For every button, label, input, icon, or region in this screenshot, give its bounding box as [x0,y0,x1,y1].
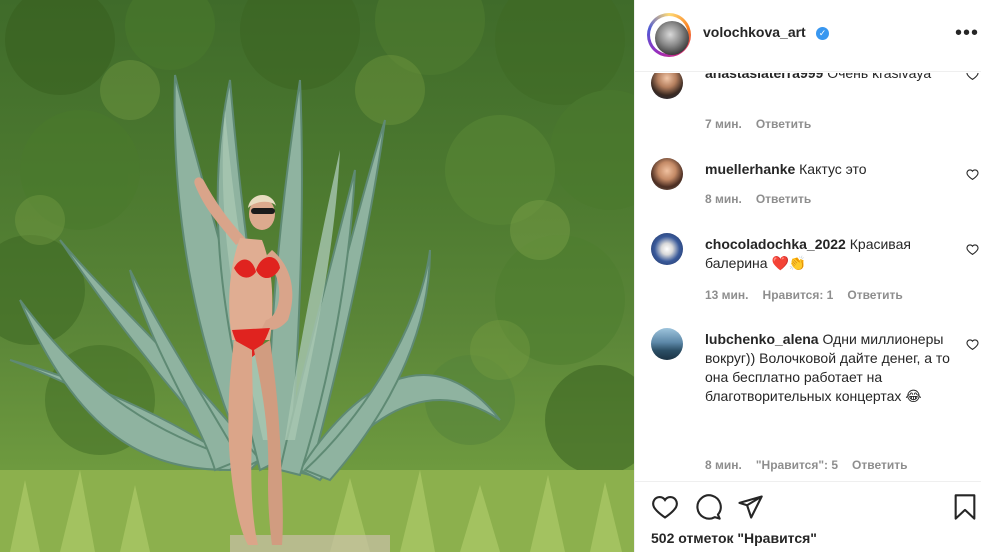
story-ring[interactable] [647,13,691,57]
reply-link[interactable]: Ответить [847,288,902,302]
bookmark-icon[interactable] [951,493,979,521]
comment-meta: 13 мин. Нравится: 1 Ответить [705,288,903,302]
commenter-avatar[interactable] [651,158,683,190]
reply-link[interactable]: Ответить [756,192,811,206]
comment-time[interactable]: 8 мин. [705,192,742,206]
comments-list[interactable]: anastasiaterra999 Очень krasivaya 7 мин.… [635,73,981,481]
author-username[interactable]: volochkova_art [703,24,806,40]
post-header: volochkova_art ✓ ••• [635,0,981,72]
comment-like-count[interactable]: Нравится: 1 [763,288,834,302]
heart-icon[interactable] [966,338,979,351]
comment-time[interactable]: 8 мин. [705,458,742,472]
comment-username[interactable]: lubchenko_alena [705,331,819,347]
verified-badge-icon: ✓ [816,27,829,40]
commenter-avatar[interactable] [651,73,683,99]
post-photo[interactable] [0,0,634,552]
post-sidebar: volochkova_art ✓ ••• anastasiaterra999 О… [634,0,981,552]
comment-bubble-icon[interactable] [694,493,722,521]
heart-icon[interactable] [966,243,979,256]
paper-plane-icon[interactable] [736,493,764,521]
heart-icon[interactable] [966,73,979,81]
comment-text: Очень krasivaya [827,73,932,81]
comment-time[interactable]: 7 мин. [705,117,742,131]
likes-count[interactable]: 502 отметок "Нравится" [651,530,817,546]
heart-icon[interactable] [966,168,979,181]
comment-meta: 8 мин. Ответить [705,192,811,206]
more-options-icon[interactable]: ••• [955,23,979,43]
comment-text: Кактус это [799,161,867,177]
heart-icon[interactable] [651,493,679,521]
comment-meta: 7 мин. Ответить [705,117,811,131]
comment-meta: 8 мин. "Нравится": 5 Ответить [705,458,908,472]
commenter-avatar[interactable] [651,328,683,360]
post-actions: 502 отметок "Нравится" [635,481,981,552]
photo-illustration [0,0,634,552]
comment-like-count[interactable]: "Нравится": 5 [756,458,838,472]
reply-link[interactable]: Ответить [756,117,811,131]
commenter-avatar[interactable] [651,233,683,265]
comment-username[interactable]: chocoladochka_2022 [705,236,846,252]
reply-link[interactable]: Ответить [852,458,907,472]
author-avatar[interactable] [655,21,689,55]
comment-username[interactable]: anastasiaterra999 [705,73,823,81]
comment-time[interactable]: 13 мин. [705,288,749,302]
comment-username[interactable]: muellerhanke [705,161,795,177]
